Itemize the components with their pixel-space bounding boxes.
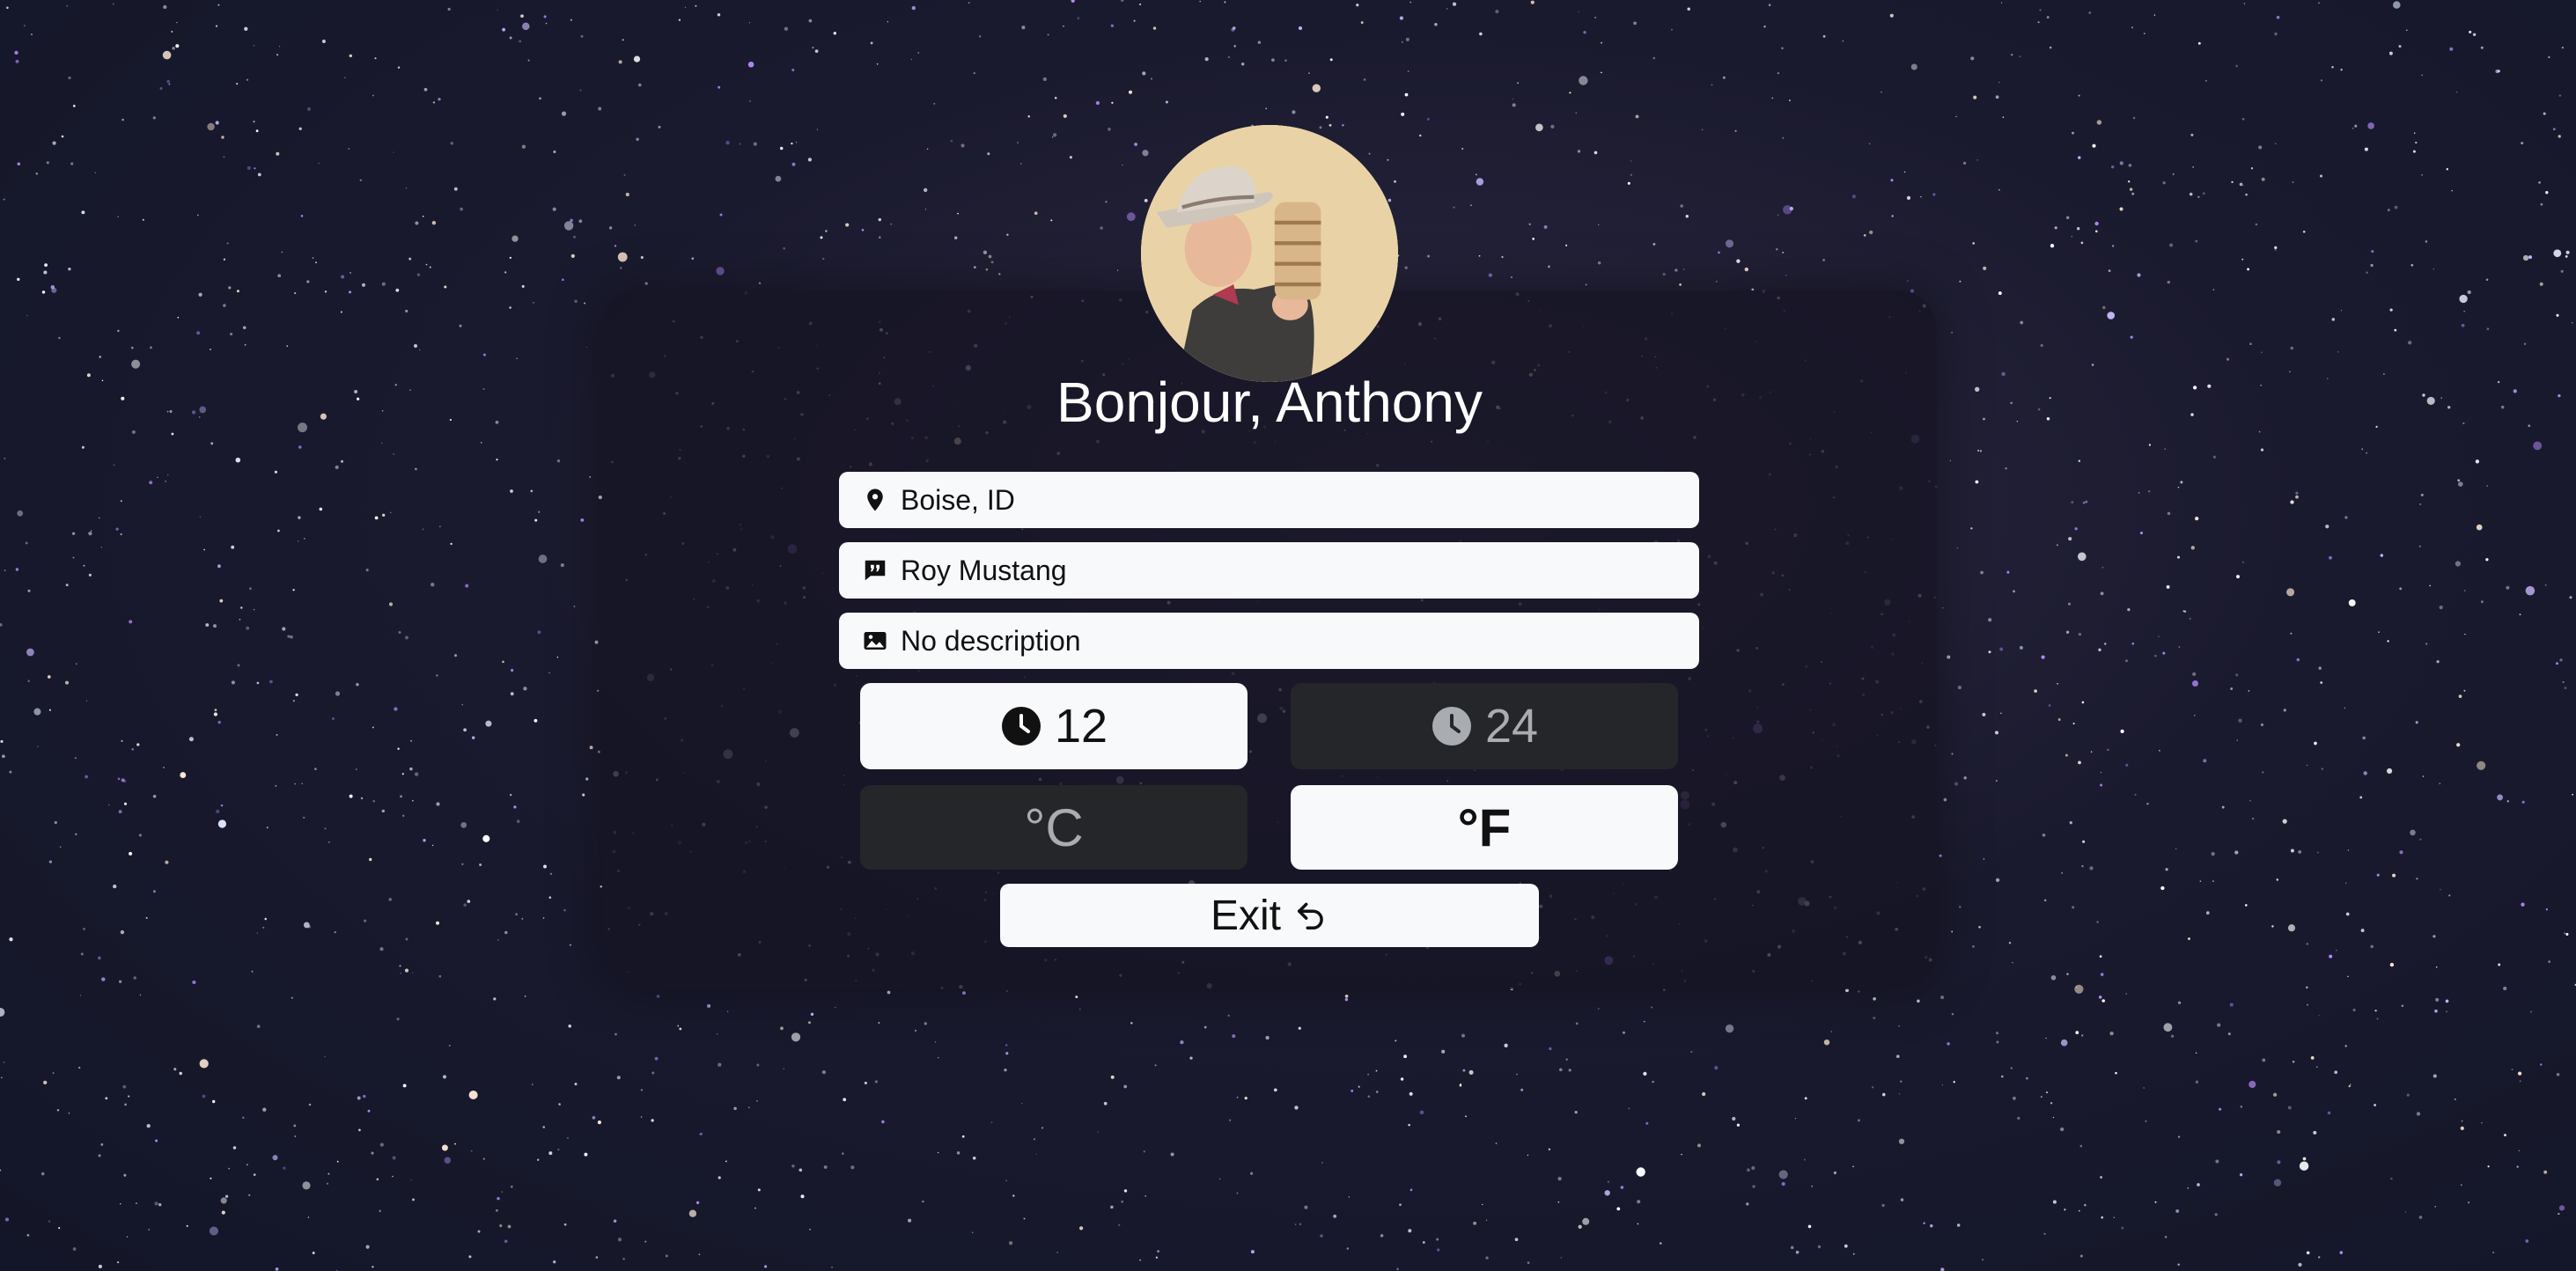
description-field[interactable]: No description: [839, 613, 1699, 669]
undo-arrow-icon: [1298, 902, 1323, 929]
clock-icon: [1432, 707, 1471, 746]
clock-12h-label: 12: [1054, 700, 1108, 753]
celsius-label: °C: [1024, 797, 1084, 857]
clock-12h-button[interactable]: 12: [860, 683, 1248, 769]
image-icon: [862, 628, 888, 654]
fahrenheit-label: °F: [1457, 797, 1512, 857]
avatar-image: [1141, 125, 1398, 382]
fahrenheit-button[interactable]: °F: [1291, 785, 1678, 870]
quote-field[interactable]: Roy Mustang: [839, 542, 1699, 599]
quote-value: Roy Mustang: [901, 554, 1067, 586]
location-field[interactable]: Boise, ID: [839, 472, 1699, 528]
greeting-title: Bonjour, Anthony: [1056, 371, 1483, 434]
description-value: No description: [901, 624, 1081, 657]
map-pin-icon: [862, 487, 888, 513]
avatar: [1141, 125, 1398, 382]
location-value: Boise, ID: [901, 483, 1015, 516]
exit-label: Exit: [1210, 892, 1281, 939]
celsius-button[interactable]: °C: [860, 785, 1248, 870]
quote-bubble-icon: [862, 557, 888, 584]
clock-icon: [1001, 707, 1041, 746]
clock-24h-button[interactable]: 24: [1291, 683, 1678, 769]
exit-button[interactable]: Exit: [1000, 884, 1539, 947]
clock-24h-label: 24: [1484, 700, 1539, 753]
background-starfield: Bonjour, Anthony Boise, ID Roy Mustang N…: [0, 0, 2576, 1271]
